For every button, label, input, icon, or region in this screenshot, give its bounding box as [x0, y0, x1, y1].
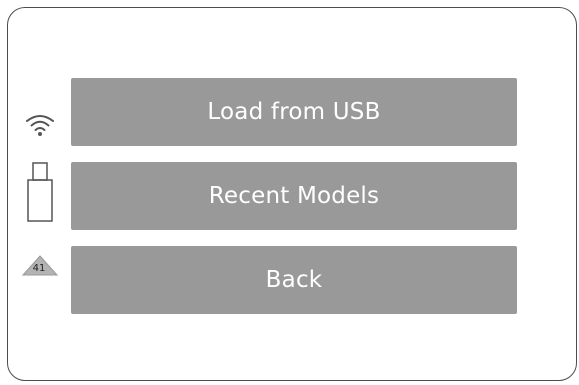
- back-button[interactable]: Back: [71, 246, 517, 314]
- recent-models-label: Recent Models: [208, 183, 380, 209]
- warning-triangle-icon: 41: [21, 255, 59, 277]
- load-from-usb-button[interactable]: Load from USB: [71, 78, 517, 146]
- recent-models-button[interactable]: Recent Models: [71, 162, 517, 230]
- load-from-usb-label: Load from USB: [207, 99, 381, 125]
- alert-count: 41: [32, 263, 46, 274]
- back-label: Back: [265, 267, 323, 293]
- usb-drive-icon: [25, 162, 55, 224]
- wifi-icon: [23, 112, 57, 138]
